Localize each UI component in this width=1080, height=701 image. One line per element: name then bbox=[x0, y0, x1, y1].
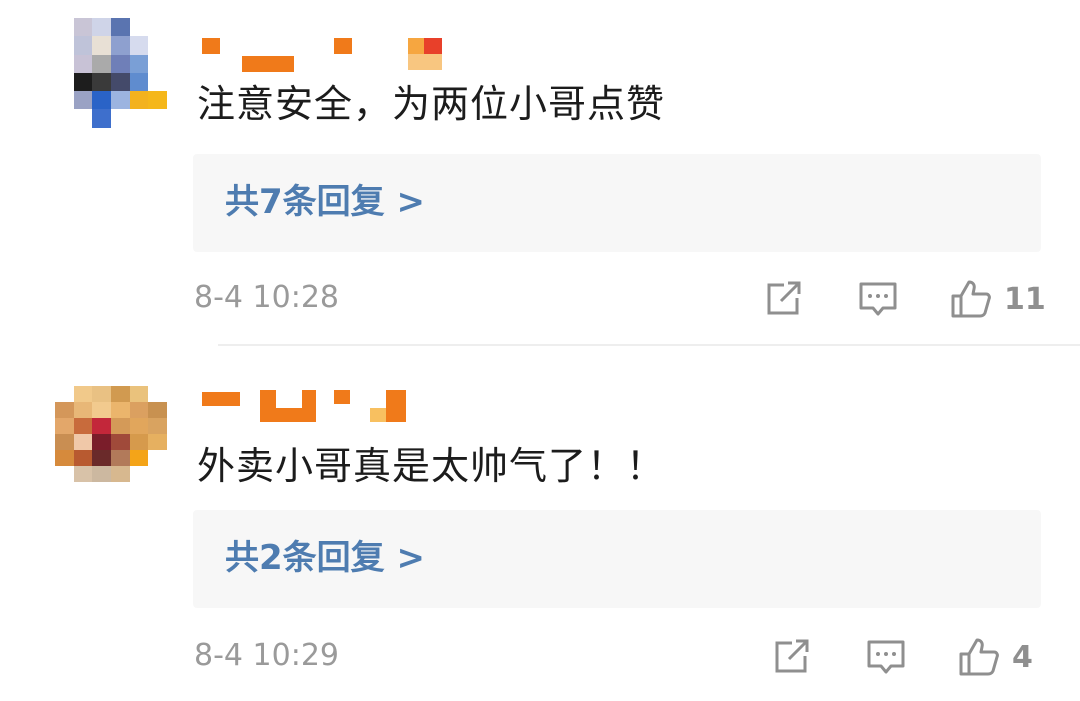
comment-item: 注意安全，为两位小哥点赞 共7条回复 > 8-4 10:28 11 bbox=[0, 0, 1080, 344]
replies-link[interactable]: 共7条回复 > bbox=[193, 154, 1041, 252]
replies-count-label: 共2条回复 > bbox=[225, 538, 425, 578]
like-count: 4 bbox=[1012, 639, 1033, 675]
comment-button[interactable] bbox=[866, 638, 906, 678]
thumbs-up-icon bbox=[959, 638, 999, 676]
share-button[interactable] bbox=[764, 280, 804, 318]
like-button[interactable]: 11 bbox=[950, 278, 1046, 320]
share-icon bbox=[775, 639, 809, 673]
username-blurred[interactable] bbox=[200, 34, 460, 74]
comment-item: 外卖小哥真是太帅气了！！ 共2条回复 > 8-4 10:29 4 bbox=[0, 346, 1080, 701]
replies-link[interactable]: 共2条回复 > bbox=[193, 510, 1041, 608]
thumbs-up-icon bbox=[951, 280, 991, 318]
avatar[interactable] bbox=[55, 386, 167, 498]
comment-button[interactable] bbox=[858, 280, 898, 320]
avatar[interactable] bbox=[55, 18, 167, 146]
like-count: 11 bbox=[1004, 281, 1046, 317]
replies-count-label: 共7条回复 > bbox=[225, 182, 425, 222]
share-button[interactable] bbox=[772, 638, 812, 676]
comment-icon bbox=[867, 640, 905, 674]
comment-text: 注意安全，为两位小哥点赞 bbox=[197, 82, 666, 126]
comment-icon bbox=[859, 282, 897, 316]
timestamp: 8-4 10:29 bbox=[194, 638, 339, 673]
like-button[interactable]: 4 bbox=[958, 636, 1033, 678]
username-blurred[interactable] bbox=[200, 384, 460, 424]
share-icon bbox=[767, 281, 801, 315]
comment-text: 外卖小哥真是太帅气了！！ bbox=[197, 444, 666, 488]
timestamp: 8-4 10:28 bbox=[194, 280, 339, 315]
